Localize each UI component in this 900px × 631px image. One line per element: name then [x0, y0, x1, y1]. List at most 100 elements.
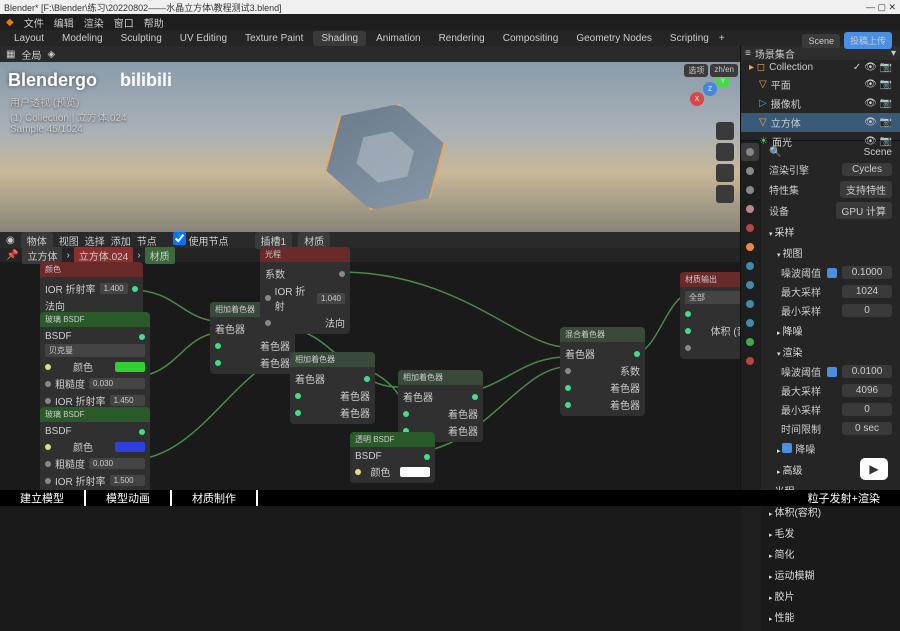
section-denoise-render[interactable]: 降噪 [765, 438, 896, 459]
ws-modeling[interactable]: Modeling [54, 31, 111, 46]
orientation-dropdown[interactable]: 全局 [21, 47, 41, 62]
menu-edit[interactable]: 编辑 [54, 15, 74, 30]
engine-dropdown[interactable]: Cycles [842, 163, 892, 176]
use-nodes-checkbox[interactable] [173, 232, 186, 245]
menu-select[interactable]: 选择 [85, 233, 105, 248]
glass1-distrib[interactable]: 贝克曼 [45, 344, 145, 357]
ws-rendering[interactable]: Rendering [431, 31, 493, 46]
section-performance[interactable]: 性能 [765, 606, 896, 627]
menu-window[interactable]: 窗口 [114, 15, 134, 30]
glass1-color[interactable] [115, 362, 145, 372]
perspective-icon[interactable] [716, 185, 734, 203]
tab-world[interactable] [741, 219, 759, 237]
section-viewport[interactable]: 视图 [765, 242, 896, 263]
viewport-side-icons [716, 122, 734, 203]
editor-type-icon[interactable]: ▦ [6, 49, 15, 60]
tab-view[interactable] [741, 181, 759, 199]
menu-add[interactable]: 添加 [111, 233, 131, 248]
node-light-path[interactable]: 光程 系数 IOR 折射1.040 法向 [260, 247, 350, 334]
menu-view[interactable]: 视图 [59, 233, 79, 248]
section-denoise-vp[interactable]: 降噪 [765, 320, 896, 341]
tab-output[interactable] [741, 162, 759, 180]
bc-material[interactable]: 材质 [145, 247, 175, 264]
node-mix-shader[interactable]: 混合着色器 着色器 系数 着色器 着色器 [560, 327, 645, 416]
ws-sculpting[interactable]: Sculpting [113, 31, 170, 46]
node-material-output[interactable]: 材质输出 全部 表面 体积 (音量) 置换 [680, 272, 740, 359]
noise-checkbox[interactable] [827, 268, 837, 278]
filter-icon[interactable]: ▾ [891, 48, 896, 59]
ws-layout[interactable]: Layout [6, 31, 52, 46]
node-transparent[interactable]: 透明 BSDF BSDF 颜色 [350, 432, 435, 483]
ior-field[interactable]: 1.400 [100, 283, 128, 294]
tab-render[interactable] [741, 143, 759, 161]
move-icon[interactable] [716, 143, 734, 161]
tab-scene[interactable] [741, 200, 759, 218]
chapter-4[interactable]: 粒子发射+渲染 [788, 490, 900, 506]
vp-options[interactable]: 选项 [684, 64, 708, 77]
section-film[interactable]: 胶片 [765, 585, 896, 606]
window-controls[interactable]: — ▢ ✕ [866, 2, 896, 13]
menu-help[interactable]: 帮助 [144, 15, 164, 30]
node-glass-2[interactable]: 玻璃 BSDF BSDF 颜色 粗糙度0.030 IOR 折射率1.500 法向 [40, 407, 150, 490]
tab-material[interactable] [741, 352, 759, 370]
outliner-icon[interactable]: ≡ [745, 48, 751, 59]
section-render[interactable]: 渲染 [765, 341, 896, 362]
ws-compositing[interactable]: Compositing [495, 31, 567, 46]
ws-animation[interactable]: Animation [368, 31, 428, 46]
bc-object-data[interactable]: 立方体.024 [74, 247, 133, 264]
tab-modifiers[interactable] [741, 257, 759, 275]
ws-texpaint[interactable]: Texture Paint [237, 31, 311, 46]
feature-dropdown[interactable]: 支持特性 [840, 181, 892, 198]
outliner-item[interactable]: ▸ ◻Collection✓ 👁 📷 [741, 60, 900, 75]
tab-constraints[interactable] [741, 314, 759, 332]
node-add-shader-2[interactable]: 相加着色器 着色器 着色器 着色器 [290, 352, 375, 424]
noise-checkbox-2[interactable] [827, 367, 837, 377]
gizmo-x-axis[interactable]: X [690, 92, 704, 106]
node-value[interactable]: 颜色 IOR 折射率1.400 法向 [40, 262, 143, 317]
outliner-item[interactable]: ▷摄像机👁 📷 [741, 94, 900, 113]
section-simplify[interactable]: 简化 [765, 543, 896, 564]
pin-icon[interactable]: 📌 [6, 250, 18, 261]
outliner-item[interactable]: ▽立方体👁 📷 [741, 113, 900, 132]
ws-geonodes[interactable]: Geometry Nodes [568, 31, 660, 46]
menu-render[interactable]: 渲染 [84, 15, 104, 30]
section-hair[interactable]: 毛发 [765, 522, 896, 543]
chapter-3[interactable]: 材质制作 [172, 490, 258, 506]
chapter-2[interactable]: 模型动画 [86, 490, 172, 506]
upload-button[interactable]: 投稿上传 [844, 32, 892, 49]
node-editor[interactable]: ◉ 物体 视图 选择 添加 节点 使用节点 插槽1 材质 📌 立方体 › 立方体… [0, 232, 740, 490]
snap-icon[interactable]: ◈ [47, 49, 55, 60]
watermark-blendergo: Blendergo [8, 70, 97, 91]
outliner[interactable]: ≡ 场景集合 ▾ ▸ ◻Collection✓ 👁 📷 ▽平面👁 📷 ▷摄像机👁… [741, 46, 900, 141]
camera-icon[interactable] [716, 164, 734, 182]
trans-color[interactable] [400, 467, 430, 477]
workspace-tabs: Layout Modeling Sculpting UV Editing Tex… [0, 30, 900, 46]
add-workspace-icon[interactable]: + [719, 33, 725, 44]
viewport-3d[interactable]: Blendergo bilibili 用户透视 (预览) (1) Collect… [0, 62, 740, 232]
tab-particles[interactable] [741, 276, 759, 294]
outliner-item[interactable]: ▽平面👁 📷 [741, 75, 900, 94]
vp-lang[interactable]: zh/en [710, 64, 738, 77]
gizmo-z-axis[interactable]: Z [703, 82, 717, 96]
scene-dropdown[interactable]: Scene [802, 34, 840, 48]
tab-object[interactable] [741, 238, 759, 256]
tab-physics[interactable] [741, 295, 759, 313]
section-sampling[interactable]: 采样 [765, 221, 896, 242]
ws-scripting[interactable]: Scripting [662, 31, 717, 46]
menubar: ◆ 文件 编辑 渲染 窗口 帮助 [0, 14, 900, 30]
bc-object[interactable]: 立方体 [22, 247, 62, 264]
ws-uv[interactable]: UV Editing [172, 31, 235, 46]
blender-icon: ◆ [6, 17, 14, 28]
ws-shading[interactable]: Shading [313, 31, 366, 46]
glass2-color[interactable] [115, 442, 145, 452]
editor-icon[interactable]: ◉ [6, 235, 15, 246]
section-motion-blur[interactable]: 运动模糊 [765, 564, 896, 585]
tab-data[interactable] [741, 333, 759, 351]
zoom-icon[interactable] [716, 122, 734, 140]
device-dropdown[interactable]: GPU 计算 [836, 202, 892, 219]
search-icon[interactable]: 🔍 [769, 147, 781, 158]
menu-file[interactable]: 文件 [24, 15, 44, 30]
menu-node[interactable]: 节点 [137, 233, 157, 248]
bilibili-icon[interactable]: ▶ [860, 458, 888, 480]
chapter-1[interactable]: 建立模型 [0, 490, 86, 506]
